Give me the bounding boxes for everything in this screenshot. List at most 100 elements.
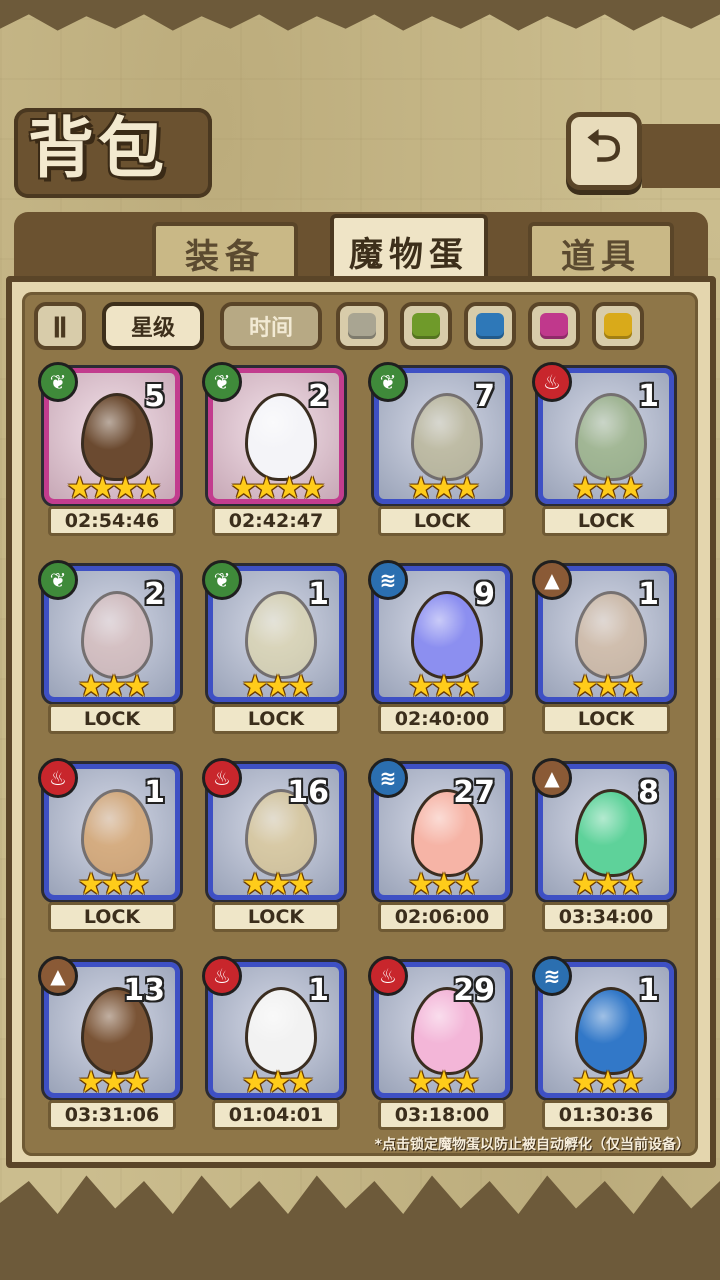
flame-icon: ♨ (202, 956, 242, 996)
flame-icon: ♨ (202, 758, 242, 798)
leaf-icon: ❦ (38, 560, 78, 600)
color-swatch (476, 313, 504, 339)
sort-order-toggle[interactable]: ǁ (34, 302, 86, 350)
egg-card[interactable]: ★★★★ 5 ❦ 02:54:46 (38, 362, 180, 540)
page-title: 背包 (28, 109, 168, 187)
star-rating: ★★★ (241, 867, 315, 902)
monster-egg-icon (575, 987, 647, 1075)
egg-count: 1 (638, 973, 659, 1008)
hatch-timer: 02:06:00 (378, 902, 506, 932)
tab-items[interactable]: 道具 (528, 222, 674, 280)
color-swatch (540, 313, 568, 339)
color-swatch (348, 313, 376, 339)
egg-card[interactable]: ★★★ 16 ♨ LOCK (202, 758, 344, 936)
filter-gray[interactable] (336, 302, 388, 350)
tab-monster-eggs[interactable]: 魔物蛋 (330, 214, 488, 284)
star-rating: ★★★ (571, 867, 645, 902)
hatch-timer: 03:18:00 (378, 1100, 506, 1130)
egg-count: 7 (474, 379, 495, 414)
pause-toggle-icon: ǁ (52, 313, 68, 339)
egg-count: 1 (638, 379, 659, 414)
filter-pink[interactable] (528, 302, 580, 350)
star-rating: ★★★★ (66, 471, 162, 506)
egg-card[interactable]: ★★★ 2 ❦ LOCK (38, 560, 180, 738)
egg-card[interactable]: ★★★ 13 ▲ 03:31:06 (38, 956, 180, 1134)
lock-label: LOCK (378, 506, 506, 536)
lock-label: LOCK (48, 902, 176, 932)
color-swatch (604, 313, 632, 339)
monster-egg-icon (81, 393, 153, 481)
egg-count: 1 (308, 577, 329, 612)
mountain-icon: ▲ (532, 758, 572, 798)
monster-egg-icon (245, 987, 317, 1075)
egg-card[interactable]: ★★★ 1 ♨ LOCK (38, 758, 180, 936)
egg-count: 1 (308, 973, 329, 1008)
monster-egg-icon (575, 393, 647, 481)
leaf-icon: ❦ (202, 362, 242, 402)
egg-card[interactable]: ★★★★ 2 ❦ 02:42:47 (202, 362, 344, 540)
egg-count: 29 (453, 973, 495, 1008)
star-rating: ★★★ (407, 669, 481, 704)
back-bar (642, 124, 720, 188)
color-swatch (412, 313, 440, 339)
lock-label: LOCK (542, 704, 670, 734)
leaf-icon: ❦ (202, 560, 242, 600)
star-rating: ★★★ (241, 1065, 315, 1100)
egg-card[interactable]: ★★★ 8 ▲ 03:34:00 (532, 758, 674, 936)
hatch-timer: 01:30:36 (542, 1100, 670, 1130)
monster-egg-icon (411, 393, 483, 481)
hatch-timer: 02:54:46 (48, 506, 176, 536)
star-rating: ★★★ (77, 867, 151, 902)
back-button[interactable]: ⮌ (566, 112, 642, 190)
egg-card[interactable]: ★★★ 1 ♨ 01:04:01 (202, 956, 344, 1134)
egg-card[interactable]: ★★★ 1 ▲ LOCK (532, 560, 674, 738)
egg-count: 2 (308, 379, 329, 414)
egg-card[interactable]: ★★★ 1 ♨ LOCK (532, 362, 674, 540)
hatch-timer: 03:31:06 (48, 1100, 176, 1130)
filter-blue[interactable] (464, 302, 516, 350)
egg-count: 2 (144, 577, 165, 612)
egg-card[interactable]: ★★★ 9 ≋ 02:40:00 (368, 560, 510, 738)
egg-card[interactable]: ★★★ 29 ♨ 03:18:00 (368, 956, 510, 1134)
star-rating: ★★★ (571, 1065, 645, 1100)
star-rating: ★★★ (241, 669, 315, 704)
egg-count: 9 (474, 577, 495, 612)
egg-count: 1 (638, 577, 659, 612)
monster-egg-icon (81, 789, 153, 877)
egg-card[interactable]: ★★★ 27 ≋ 02:06:00 (368, 758, 510, 936)
star-rating: ★★★ (571, 471, 645, 506)
egg-count: 13 (123, 973, 165, 1008)
egg-count: 27 (453, 775, 495, 810)
hatch-timer: 02:40:00 (378, 704, 506, 734)
leaf-icon: ❦ (38, 362, 78, 402)
egg-card[interactable]: ★★★ 7 ❦ LOCK (368, 362, 510, 540)
wave-icon: ≋ (532, 956, 572, 996)
sort-by-time-button[interactable]: 时间 (220, 302, 322, 350)
egg-card[interactable]: ★★★ 1 ≋ 01:30:36 (532, 956, 674, 1134)
flame-icon: ♨ (368, 956, 408, 996)
sort-by-star-button[interactable]: 星级 (102, 302, 204, 350)
flame-icon: ♨ (532, 362, 572, 402)
monster-egg-icon (81, 591, 153, 679)
egg-count: 8 (638, 775, 659, 810)
star-rating: ★★★★ (230, 471, 326, 506)
undo-arrow-icon: ⮌ (586, 120, 622, 172)
lock-label: LOCK (212, 704, 340, 734)
monster-egg-icon (245, 591, 317, 679)
egg-card[interactable]: ★★★ 1 ❦ LOCK (202, 560, 344, 738)
tab-equipment[interactable]: 装备 (152, 222, 298, 280)
lock-label: LOCK (212, 902, 340, 932)
filter-green[interactable] (400, 302, 452, 350)
egg-count: 5 (144, 379, 165, 414)
monster-egg-icon (411, 591, 483, 679)
star-rating: ★★★ (77, 669, 151, 704)
hatch-timer: 03:34:00 (542, 902, 670, 932)
egg-count: 16 (287, 775, 329, 810)
lock-label: LOCK (48, 704, 176, 734)
star-rating: ★★★ (571, 669, 645, 704)
filter-gold[interactable] (592, 302, 644, 350)
flame-icon: ♨ (38, 758, 78, 798)
monster-egg-icon (245, 393, 317, 481)
hatch-timer: 02:42:47 (212, 506, 340, 536)
mountain-icon: ▲ (38, 956, 78, 996)
